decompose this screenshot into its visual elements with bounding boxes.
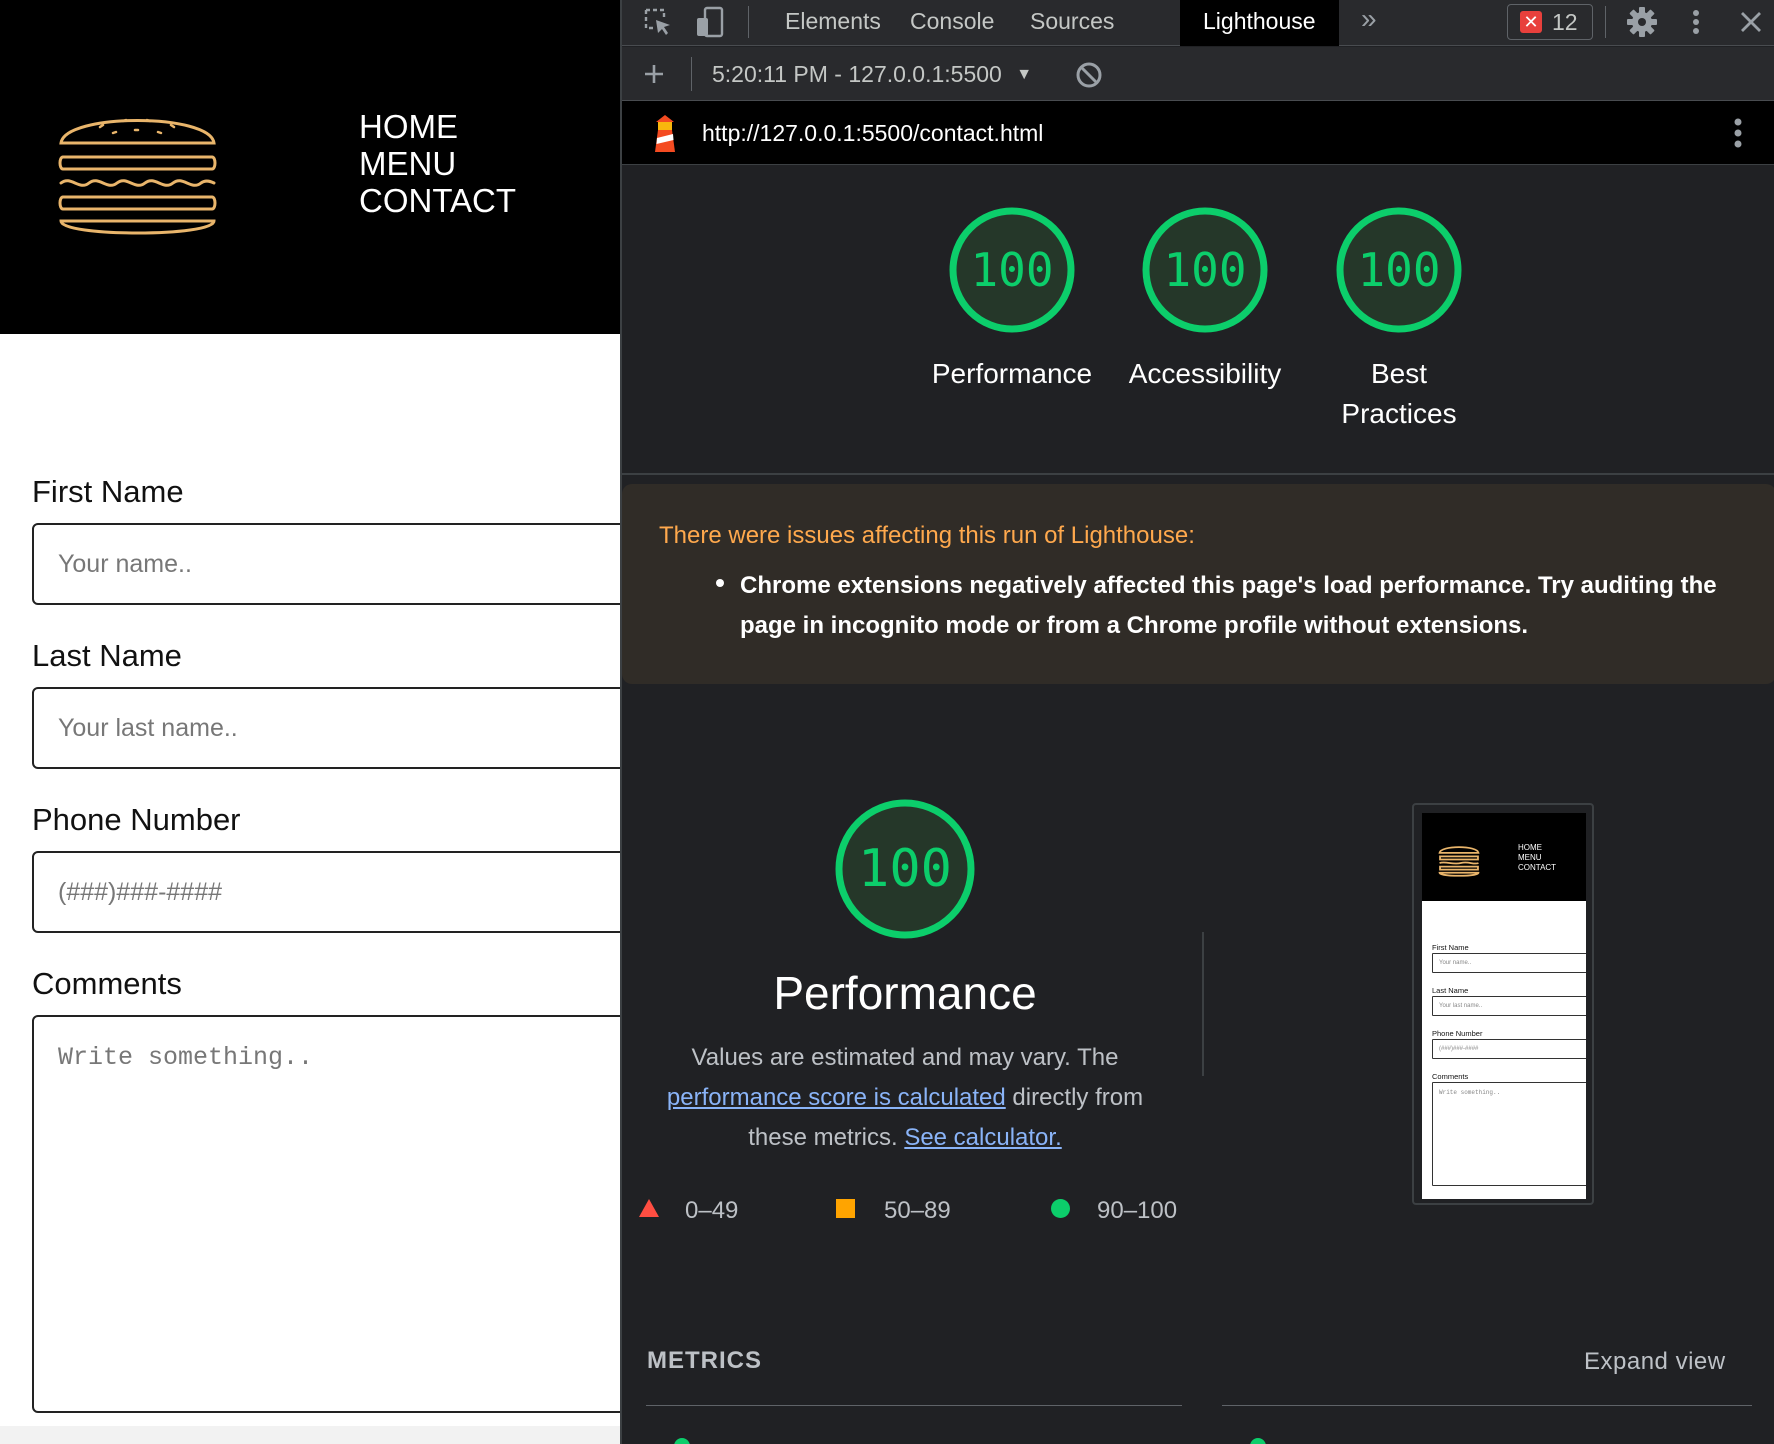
best-practices-score: 100 bbox=[1357, 243, 1441, 297]
thumbnail-nav-item: MENU bbox=[1518, 853, 1542, 862]
performance-divider bbox=[1202, 932, 1204, 1076]
nav-contact-link[interactable]: CONTACT bbox=[359, 182, 516, 219]
new-report-plus-icon[interactable] bbox=[642, 62, 666, 86]
report-select-value: 5:20:11 PM - 127.0.0.1:5500 bbox=[712, 61, 1002, 87]
inspect-element-icon[interactable] bbox=[642, 6, 674, 38]
comments-label: Comments bbox=[32, 966, 182, 1001]
best-practices-gauge[interactable]: 100 bbox=[1334, 205, 1464, 335]
thumbnail-label: Comments bbox=[1432, 1072, 1469, 1081]
nav-menu-link[interactable]: MENU bbox=[359, 145, 516, 182]
last-name-label: Last Name bbox=[32, 638, 182, 673]
comments-textarea[interactable]: Write something.. bbox=[32, 1015, 620, 1413]
thumbnail-input: Your last name.. bbox=[1432, 996, 1586, 1016]
lighthouse-toolbar: 5:20:11 PM - 127.0.0.1:5500 ▼ bbox=[622, 47, 1774, 101]
scores-divider bbox=[622, 473, 1774, 475]
report-url-bar: http://127.0.0.1:5500/contact.html bbox=[622, 101, 1774, 165]
performance-main-score: 100 bbox=[858, 839, 952, 899]
devtools-tabbar: Elements Console Sources Lighthouse » ✕ … bbox=[622, 0, 1774, 46]
thumbnail-page: HOME MENU CONTACT First Name Your name..… bbox=[1422, 813, 1586, 1199]
error-count-badge[interactable]: ✕ 12 bbox=[1507, 4, 1593, 40]
warning-title: There were issues affecting this run of … bbox=[659, 522, 1195, 549]
thumbnail-burger-icon bbox=[1438, 846, 1480, 877]
error-count: 12 bbox=[1552, 9, 1578, 35]
lighthouse-logo-icon bbox=[655, 115, 675, 152]
pass-circle-icon bbox=[1051, 1199, 1070, 1218]
thumbnail-label: Last Name bbox=[1432, 986, 1469, 995]
average-square-icon bbox=[836, 1199, 855, 1218]
close-devtools-icon[interactable] bbox=[1738, 9, 1764, 35]
settings-gear-icon[interactable] bbox=[1626, 6, 1658, 38]
legend-pass-range: 90–100 bbox=[1097, 1197, 1178, 1224]
legend-fail-range: 0–49 bbox=[685, 1197, 739, 1224]
accessibility-gauge[interactable]: 100 bbox=[1140, 205, 1270, 335]
fail-triangle-icon bbox=[639, 1199, 659, 1217]
nav-home-link[interactable]: HOME bbox=[359, 108, 516, 145]
run-warnings-box: There were issues affecting this run of … bbox=[622, 484, 1774, 684]
burger-logo-icon[interactable] bbox=[55, 105, 220, 245]
performance-desc-text: Values are estimated and may vary. The bbox=[691, 1044, 1119, 1071]
tabbar-separator bbox=[1605, 6, 1606, 38]
performance-score: 100 bbox=[970, 243, 1054, 297]
performance-title: Performance bbox=[773, 967, 1037, 1019]
tab-console[interactable]: Console bbox=[887, 0, 1017, 46]
thumbnail-textarea: Write something.. bbox=[1432, 1082, 1586, 1186]
device-toolbar-icon[interactable] bbox=[694, 6, 726, 40]
performance-main-gauge: 100 bbox=[833, 797, 977, 941]
score-calculated-link[interactable]: performance score is calculated bbox=[667, 1084, 1006, 1111]
dropdown-arrow-icon: ▼ bbox=[1016, 66, 1033, 83]
last-name-input[interactable]: Your last name.. bbox=[32, 687, 620, 769]
devtools-panel: Elements Console Sources Lighthouse » ✕ … bbox=[620, 0, 1774, 1444]
tab-elements[interactable]: Elements bbox=[762, 0, 904, 46]
warning-item: Chrome extensions negatively affected th… bbox=[740, 572, 1717, 639]
thumbnail-label: Phone Number bbox=[1432, 1029, 1483, 1038]
accessibility-gauge-label: Accessibility bbox=[1128, 358, 1282, 389]
accessibility-score: 100 bbox=[1163, 243, 1247, 297]
final-screenshot-thumbnail[interactable]: HOME MENU CONTACT First Name Your name..… bbox=[1412, 803, 1594, 1205]
thumbnail-nav-item: CONTACT bbox=[1518, 863, 1557, 872]
site-header: HOME MENU CONTACT bbox=[0, 0, 620, 334]
thumbnail-input: Your name.. bbox=[1432, 953, 1586, 973]
warning-bullet bbox=[716, 579, 724, 587]
first-name-label: First Name bbox=[32, 474, 184, 509]
main-nav: HOME MENU CONTACT bbox=[359, 108, 516, 219]
error-icon: ✕ bbox=[1520, 11, 1542, 33]
thumbnail-header: HOME MENU CONTACT bbox=[1422, 813, 1586, 901]
tab-sources[interactable]: Sources bbox=[1007, 0, 1137, 46]
tabbar-separator bbox=[748, 6, 749, 38]
expand-view-button[interactable]: Expand view bbox=[1584, 1348, 1726, 1376]
thumbnail-nav-item: HOME bbox=[1518, 843, 1542, 852]
page-bottom-strip bbox=[0, 1426, 620, 1444]
performance-description: Values are estimated and may vary. The p… bbox=[652, 1038, 1158, 1158]
metrics-divider bbox=[646, 1405, 1182, 1406]
more-options-kebab-icon[interactable] bbox=[1690, 6, 1702, 38]
best-practices-gauge-label: Best Practices bbox=[1341, 358, 1457, 429]
metric-pass-icon bbox=[674, 1438, 690, 1444]
report-url[interactable]: http://127.0.0.1:5500/contact.html bbox=[702, 101, 1043, 165]
clear-reports-block-icon[interactable] bbox=[1075, 61, 1103, 89]
performance-gauge[interactable]: 100 bbox=[947, 205, 1077, 335]
thumbnail-input: (###)###-#### bbox=[1432, 1039, 1586, 1059]
more-tabs-chevron-icon[interactable]: » bbox=[1361, 3, 1377, 35]
report-menu-kebab-icon[interactable] bbox=[1732, 115, 1744, 151]
report-select-dropdown[interactable]: 5:20:11 PM - 127.0.0.1:5500 ▼ bbox=[712, 47, 1032, 105]
phone-input[interactable]: (###)###-#### bbox=[32, 851, 620, 933]
thumbnail-nav: HOME MENU CONTACT bbox=[1518, 843, 1556, 873]
performance-gauge-label: Performance bbox=[931, 358, 1093, 389]
see-calculator-link[interactable]: See calculator. bbox=[904, 1124, 1061, 1151]
toolbar-separator bbox=[691, 57, 692, 91]
metric-pass-icon bbox=[1250, 1438, 1266, 1444]
metrics-title: METRICS bbox=[647, 1347, 762, 1374]
first-name-input[interactable]: Your name.. bbox=[32, 523, 620, 605]
thumbnail-label: First Name bbox=[1432, 943, 1469, 952]
tab-lighthouse[interactable]: Lighthouse bbox=[1180, 0, 1339, 46]
contact-page: HOME MENU CONTACT First Name Your name..… bbox=[0, 0, 620, 1444]
metrics-divider bbox=[1222, 1405, 1752, 1406]
legend-average-range: 50–89 bbox=[884, 1197, 951, 1224]
phone-label: Phone Number bbox=[32, 802, 241, 837]
